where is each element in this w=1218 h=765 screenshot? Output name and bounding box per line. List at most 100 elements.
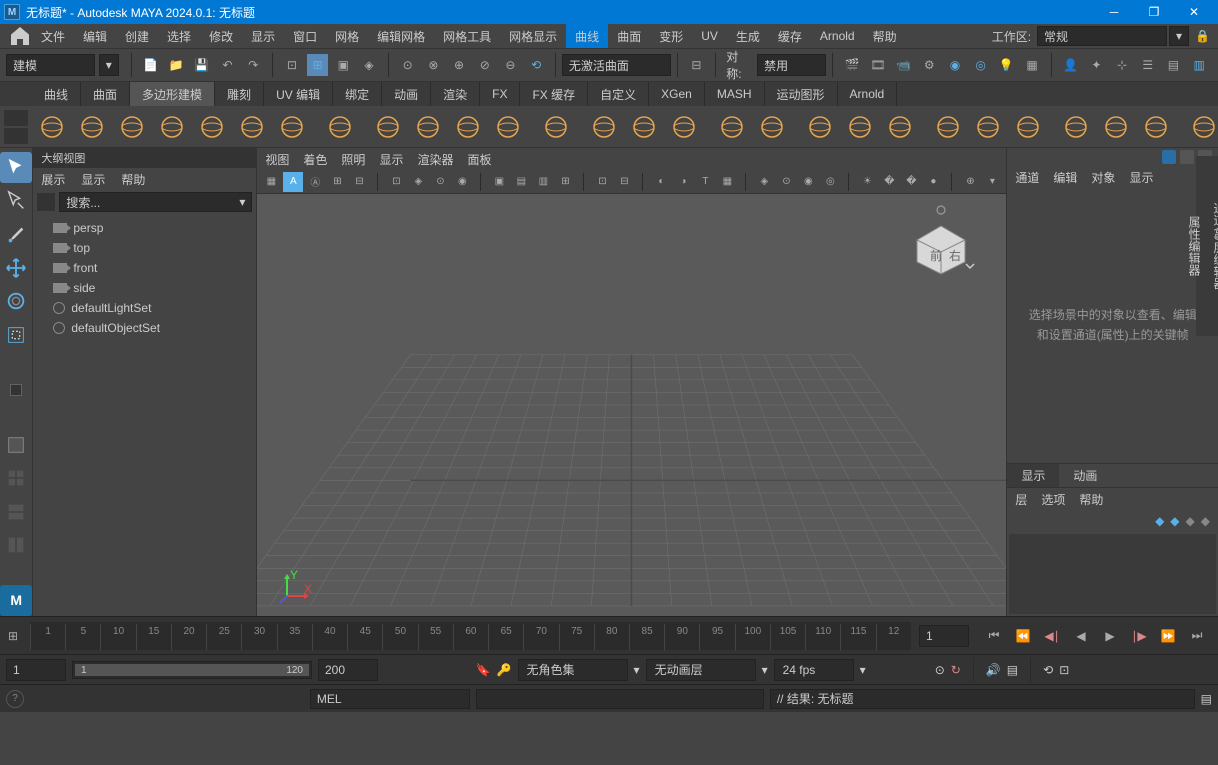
- menu-网格显示[interactable]: 网格显示: [500, 24, 566, 48]
- graph-icon[interactable]: ▤: [1163, 54, 1185, 76]
- shelf-wave-icon[interactable]: [411, 110, 445, 144]
- vp-tool-22[interactable]: ▦: [717, 172, 737, 192]
- redo-icon[interactable]: ↷: [242, 54, 264, 76]
- render-seq-icon[interactable]: 📹: [893, 54, 915, 76]
- menu-生成[interactable]: 生成: [727, 24, 769, 48]
- step-back-icon[interactable]: ◀∣: [1041, 625, 1063, 647]
- sidebar-tabs-vertical[interactable]: 通道盒/层编辑器 属性编辑器: [1196, 156, 1218, 336]
- layer-move-dn-icon[interactable]: ◆: [1186, 514, 1195, 528]
- layer-del-icon[interactable]: ◆: [1201, 514, 1210, 528]
- select-face-icon[interactable]: ▣: [332, 54, 354, 76]
- layout-two-v[interactable]: [0, 496, 32, 527]
- menu-显示[interactable]: 显示: [242, 24, 284, 48]
- vp-tool-31[interactable]: �: [901, 172, 921, 192]
- shelf-T-icon[interactable]: [451, 110, 485, 144]
- maximize-button[interactable]: ❐: [1134, 0, 1174, 24]
- shelf-tab-运动图形[interactable]: 运动图形: [765, 82, 838, 106]
- animlayer-dropdown[interactable]: 无动画层: [646, 659, 756, 681]
- render-set-icon[interactable]: ⚙: [918, 54, 940, 76]
- command-input[interactable]: [476, 689, 764, 709]
- shelf-tab-FX[interactable]: FX: [480, 82, 520, 106]
- audio-icon[interactable]: 🔊: [986, 663, 1001, 677]
- vp-tool-30[interactable]: �: [879, 172, 899, 192]
- outliner-item-side[interactable]: side: [33, 278, 256, 298]
- outliner-item-defaultObjectSet[interactable]: defaultObjectSet: [33, 318, 256, 338]
- vp-menu-视图[interactable]: 视图: [265, 151, 289, 168]
- shelf-star-icon[interactable]: [371, 110, 405, 144]
- shelf-ring-icon[interactable]: [755, 110, 789, 144]
- symmetry-dropdown[interactable]: 禁用: [757, 54, 826, 76]
- shelf-cyl-icon[interactable]: [115, 110, 149, 144]
- render-view-icon[interactable]: ◉: [944, 54, 966, 76]
- layer-tab-显示[interactable]: 显示: [1007, 464, 1059, 487]
- snap-plane-icon[interactable]: ⊘: [474, 54, 496, 76]
- vp-tool-14[interactable]: ⊞: [555, 172, 575, 192]
- shelf-tab-绑定[interactable]: 绑定: [333, 82, 382, 106]
- bookmark-icon[interactable]: 🔖: [476, 663, 491, 677]
- ipr-icon[interactable]: 🎞: [867, 54, 889, 76]
- menu-窗口[interactable]: 窗口: [284, 24, 326, 48]
- shelf-tab-Arnold[interactable]: Arnold: [838, 82, 898, 106]
- shelf-p1-icon[interactable]: [1187, 110, 1218, 144]
- prefs-icon[interactable]: ▤: [1007, 663, 1018, 677]
- list-icon[interactable]: ☰: [1137, 54, 1159, 76]
- shelf-c1-icon[interactable]: [1059, 110, 1093, 144]
- vp-menu-渲染器[interactable]: 渲染器: [417, 151, 453, 168]
- vp-menu-面板[interactable]: 面板: [467, 151, 491, 168]
- home-icon[interactable]: [8, 24, 32, 48]
- autokey-icon[interactable]: ⊙: [935, 663, 945, 677]
- close-button[interactable]: ✕: [1174, 0, 1214, 24]
- outliner-menu-展示[interactable]: 展示: [41, 171, 65, 188]
- outliner-item-front[interactable]: front: [33, 258, 256, 278]
- undo-icon[interactable]: ↶: [217, 54, 239, 76]
- layer-menu-层[interactable]: 层: [1015, 491, 1027, 508]
- shelf-pt-icon[interactable]: [667, 110, 701, 144]
- attr-tab-icon[interactable]: [1180, 150, 1194, 164]
- layer-add-icon[interactable]: ◆: [1155, 514, 1164, 528]
- script-editor-icon[interactable]: ▤: [1201, 692, 1212, 706]
- shelf-cone-icon[interactable]: [155, 110, 189, 144]
- vp-tool-7[interactable]: ◈: [408, 172, 428, 192]
- range-end[interactable]: 200: [318, 659, 378, 681]
- ch-menu-编辑[interactable]: 编辑: [1053, 169, 1077, 186]
- shelf-circ-icon[interactable]: [715, 110, 749, 144]
- shelf-sq4-icon[interactable]: [931, 110, 965, 144]
- select-obj-icon[interactable]: ◈: [358, 54, 380, 76]
- vp-menu-显示[interactable]: 显示: [379, 151, 403, 168]
- menu-文件[interactable]: 文件: [32, 24, 74, 48]
- shelf-crv-icon[interactable]: [627, 110, 661, 144]
- vp-tool-2[interactable]: Ⓐ: [305, 172, 325, 192]
- shelf-tab-多边形建模[interactable]: 多边形建模: [130, 82, 215, 106]
- time-ruler[interactable]: 1510152025303540455055606570758085909510…: [30, 622, 911, 650]
- open-icon[interactable]: 📁: [165, 54, 187, 76]
- shelf-sq3-icon[interactable]: [883, 110, 917, 144]
- vp-tool-13[interactable]: ▥: [533, 172, 553, 192]
- select-tool[interactable]: [0, 152, 32, 183]
- vp-tool-11[interactable]: ▣: [489, 172, 509, 192]
- play-back-icon[interactable]: ◀: [1070, 625, 1092, 647]
- layer-tab-动画[interactable]: 动画: [1059, 464, 1111, 487]
- range-start[interactable]: 1: [6, 659, 66, 681]
- ch-menu-对象[interactable]: 对象: [1091, 169, 1115, 186]
- vp-tool-25[interactable]: ⊙: [776, 172, 796, 192]
- active-surface-field[interactable]: 无激活曲面: [562, 54, 671, 76]
- shelf-cube-icon[interactable]: [75, 110, 109, 144]
- layout-two-h[interactable]: [0, 530, 32, 561]
- go-start-icon[interactable]: ⏮: [983, 625, 1005, 647]
- ch-menu-显示[interactable]: 显示: [1129, 169, 1153, 186]
- snap-point-icon[interactable]: ⊕: [448, 54, 470, 76]
- fps-dropdown[interactable]: 24 fps: [774, 659, 854, 681]
- light-icon[interactable]: 💡: [995, 54, 1017, 76]
- menu-创建[interactable]: 创建: [116, 24, 158, 48]
- lasso-tool[interactable]: [0, 185, 32, 216]
- menu-Arnold[interactable]: Arnold: [811, 24, 864, 48]
- help-icon[interactable]: ?: [6, 690, 24, 708]
- key-icon[interactable]: 🔑: [497, 663, 512, 677]
- menu-变形[interactable]: 变形: [650, 24, 692, 48]
- channel-tab-icon[interactable]: [1162, 150, 1176, 164]
- shelf-svg-icon[interactable]: [491, 110, 525, 144]
- play-fwd-icon[interactable]: ▶: [1099, 625, 1121, 647]
- shelf-tab-自定义[interactable]: 自定义: [588, 82, 649, 106]
- pivot-icon[interactable]: ⊹: [1111, 54, 1133, 76]
- snap-live-icon[interactable]: ⊖: [500, 54, 522, 76]
